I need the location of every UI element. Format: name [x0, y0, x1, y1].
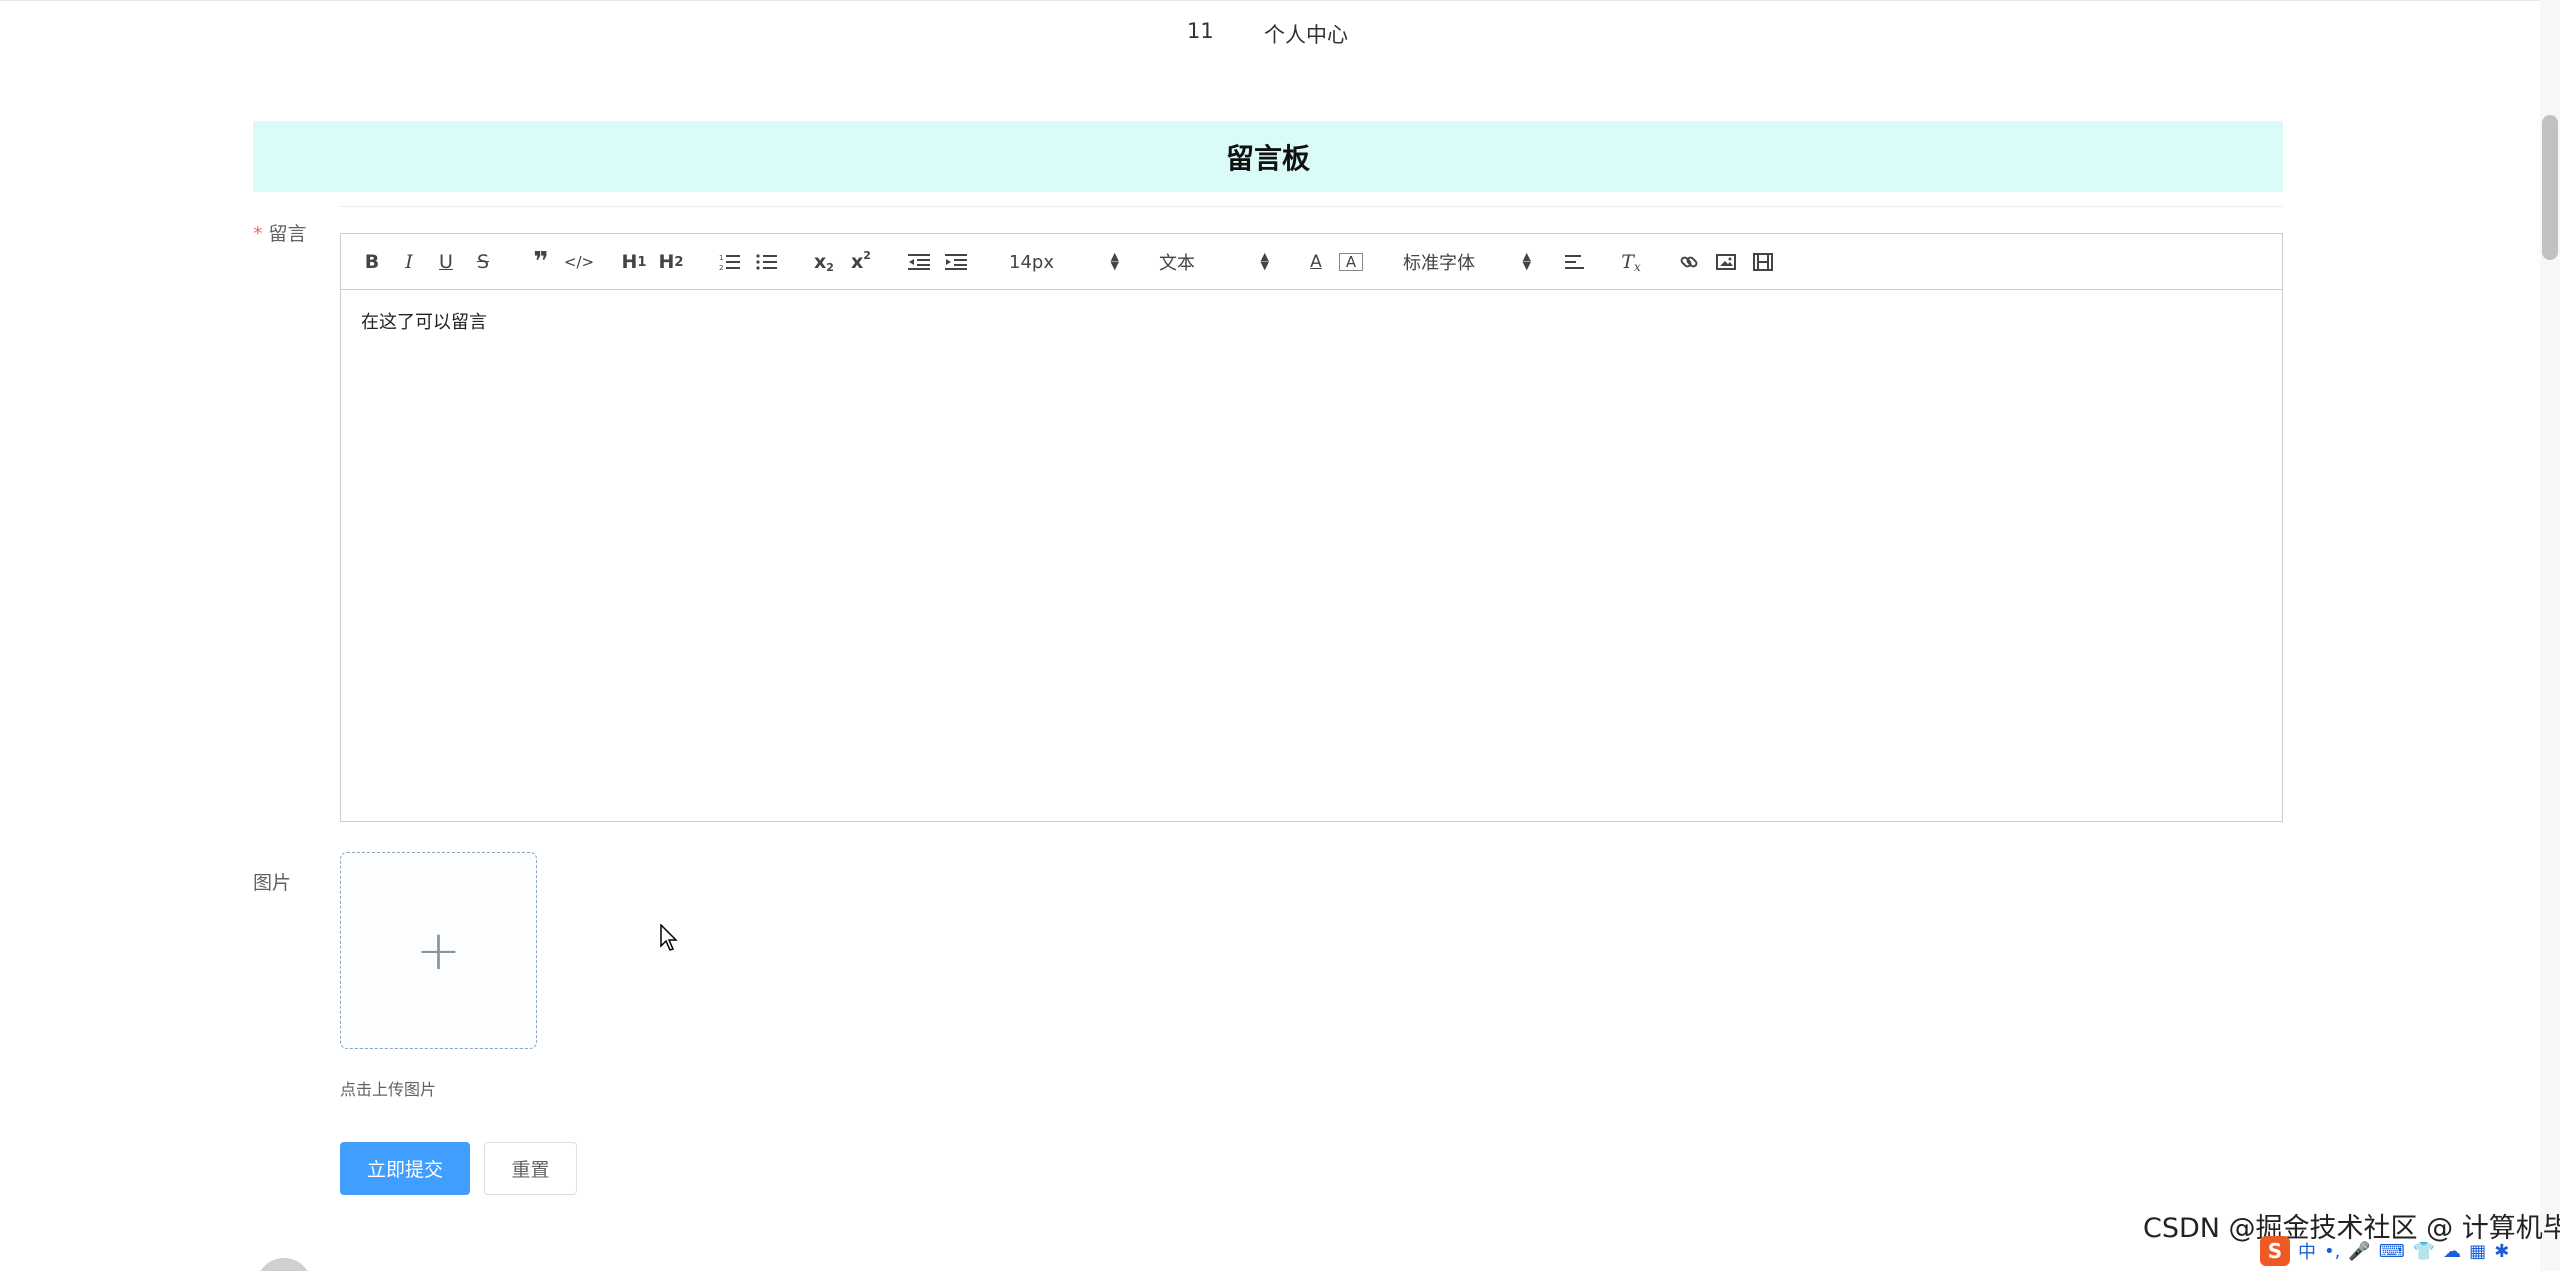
image-icon[interactable]	[1713, 248, 1739, 276]
svg-text:2: 2	[719, 264, 723, 271]
select-arrows-icon: ▲ ▼	[1260, 250, 1269, 272]
reset-button[interactable]: 重置	[484, 1142, 577, 1195]
scrollbar-thumb[interactable]	[2542, 115, 2558, 260]
indent-icon[interactable]	[943, 248, 969, 276]
ordered-list-icon[interactable]: 12	[717, 248, 743, 276]
clear-format-icon[interactable]: Tx	[1618, 248, 1644, 276]
keyboard-icon[interactable]: ⌨	[2379, 1241, 2405, 1262]
microphone-icon[interactable]: 🎤	[2348, 1241, 2370, 1262]
superscript-icon[interactable]: x2	[848, 248, 874, 276]
punctuation-icon[interactable]: •,	[2324, 1241, 2340, 1262]
image-label: 图片	[253, 872, 292, 894]
skin-icon[interactable]: 👕	[2413, 1241, 2435, 1262]
editor-divider	[340, 206, 2283, 207]
top-nav: 11 个人中心	[0, 0, 2560, 60]
page-banner: 留言板	[253, 121, 2283, 192]
ime-tray: S 中 •, 🎤 ⌨ 👕 ☁ ▦ ✱	[2260, 1235, 2509, 1267]
nav-item-11[interactable]: 11	[1187, 19, 1214, 43]
font-family-value: 标准字体	[1403, 253, 1475, 274]
outdent-icon[interactable]	[906, 248, 932, 276]
plus-icon: +	[415, 919, 462, 982]
editor-toolbar: B I U S ❞ </> H1 H2 12 x2 x2 14px ▲ ▼ 文本 …	[341, 234, 2282, 290]
tools-icon[interactable]: ✱	[2494, 1241, 2509, 1262]
blockquote-icon[interactable]: ❞	[529, 247, 553, 277]
mouse-cursor-icon	[660, 923, 678, 956]
select-arrows-icon: ▲ ▼	[1522, 250, 1531, 272]
font-size-value: 14px	[1009, 251, 1054, 273]
background-color-icon[interactable]: A	[1339, 253, 1363, 271]
strikethrough-icon[interactable]: S	[472, 248, 494, 276]
font-color-icon[interactable]: A	[1304, 248, 1328, 276]
h1-icon[interactable]: H1	[620, 248, 648, 276]
align-icon[interactable]	[1562, 248, 1588, 276]
submit-button[interactable]: 立即提交	[340, 1142, 470, 1195]
font-family-select[interactable]: 标准字体 ▲ ▼	[1403, 248, 1531, 276]
video-icon[interactable]	[1750, 248, 1776, 276]
required-star: *	[253, 223, 263, 245]
chinese-mode-icon[interactable]: 中	[2298, 1238, 2316, 1264]
cloud-icon[interactable]: ☁	[2443, 1241, 2461, 1262]
rich-text-editor: B I U S ❞ </> H1 H2 12 x2 x2 14px ▲ ▼ 文本 …	[340, 233, 2283, 822]
font-size-select[interactable]: 14px ▲ ▼	[1009, 248, 1119, 276]
select-arrows-icon: ▲ ▼	[1110, 250, 1119, 272]
code-block-icon[interactable]: </>	[564, 248, 594, 276]
apps-icon[interactable]: ▦	[2469, 1241, 2486, 1262]
nav-item-personal-center[interactable]: 个人中心	[1264, 19, 1348, 49]
upload-tip: 点击上传图片	[340, 1080, 437, 1099]
block-type-select[interactable]: 文本 ▲ ▼	[1159, 248, 1269, 276]
bullet-list-icon[interactable]	[754, 248, 780, 276]
editor-content[interactable]: 在这了可以留言	[341, 290, 2282, 352]
scrollbar[interactable]	[2540, 0, 2560, 1271]
subscript-icon[interactable]: x2	[811, 248, 837, 276]
message-label-text: 留言	[268, 223, 307, 245]
sogou-ime-icon[interactable]: S	[2260, 1236, 2290, 1266]
block-type-value: 文本	[1159, 253, 1195, 274]
bold-icon[interactable]: B	[361, 248, 383, 276]
italic-icon[interactable]: I	[398, 248, 420, 276]
link-icon[interactable]	[1676, 248, 1702, 276]
svg-text:1: 1	[719, 254, 723, 262]
underline-icon[interactable]: U	[435, 248, 457, 276]
message-label: * 留言	[253, 219, 307, 246]
avatar[interactable]	[256, 1258, 312, 1271]
h2-icon[interactable]: H2	[657, 248, 685, 276]
page-title: 留言板	[1225, 141, 1310, 175]
image-upload-box[interactable]: +	[340, 852, 537, 1049]
